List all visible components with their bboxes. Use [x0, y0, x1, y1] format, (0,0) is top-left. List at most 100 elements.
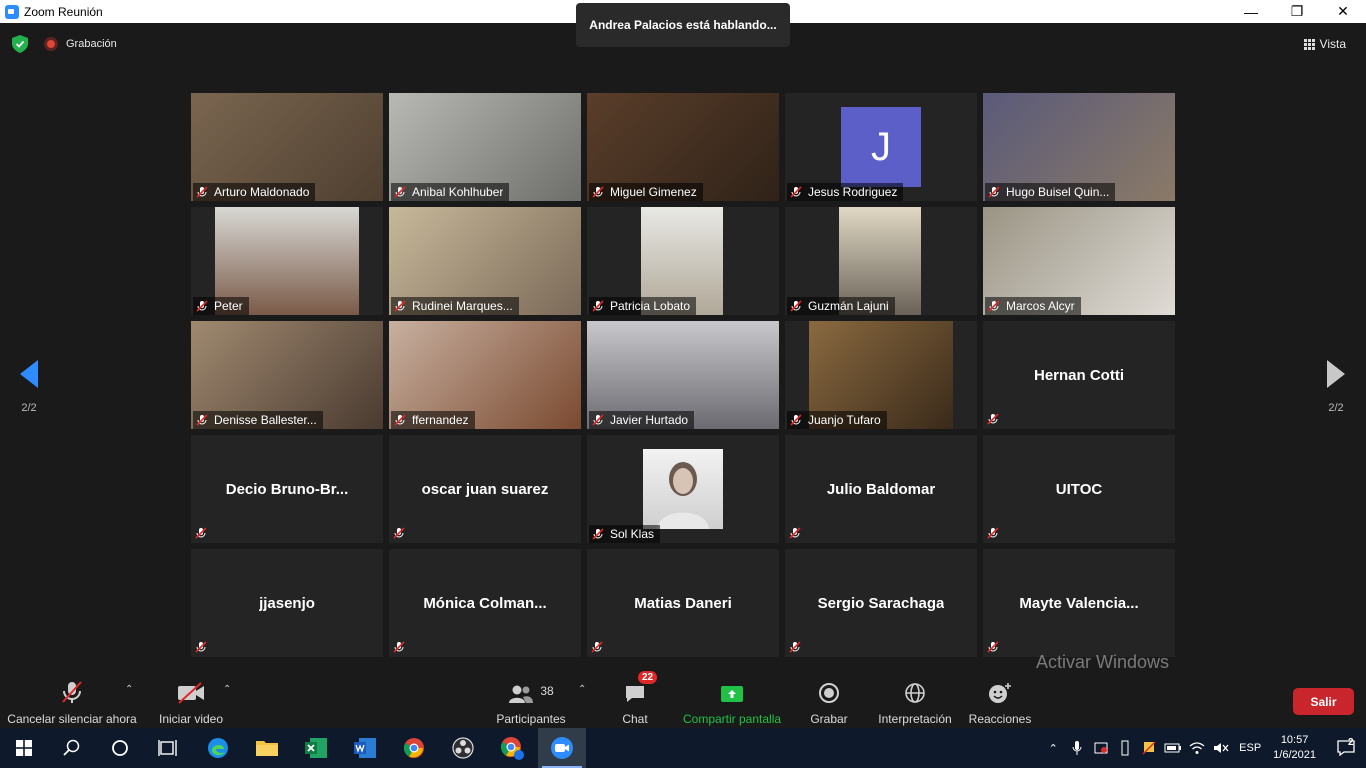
participant-tile[interactable]: Mónica Colman... — [389, 549, 581, 657]
share-screen-icon — [720, 676, 744, 704]
task-view-button[interactable] — [144, 728, 192, 768]
participant-name: Matias Daneri — [634, 594, 732, 612]
participant-tile[interactable]: Guzmán Lajuni — [785, 207, 977, 315]
view-button[interactable]: Vista — [1300, 34, 1350, 54]
participant-tile[interactable]: Julio Baldomar — [785, 435, 977, 543]
network-drive-tray-icon[interactable] — [1137, 728, 1161, 768]
reactions-button[interactable]: Reacciones — [969, 670, 1031, 728]
participants-icon-wrap: 38 — [508, 676, 554, 704]
muted-mic-icon — [987, 641, 999, 653]
chat-unread-badge: 22 — [638, 671, 658, 684]
recording-indicator[interactable]: Grabación — [44, 37, 117, 51]
share-screen-button[interactable]: Compartir pantalla — [683, 670, 781, 728]
taskbar-file-explorer[interactable] — [243, 728, 291, 768]
participant-name: Arturo Maldonado — [214, 185, 310, 199]
taskbar-excel[interactable] — [292, 728, 340, 768]
next-page-nav[interactable]: 2/2 — [1321, 360, 1351, 414]
participant-tile[interactable]: Miguel Gimenez — [587, 93, 779, 201]
security-tray-icon[interactable] — [1089, 728, 1113, 768]
participant-tile[interactable]: jjasenjo — [191, 549, 383, 657]
chat-button[interactable]: 22 Chat — [618, 670, 658, 728]
close-button[interactable]: ✕ — [1320, 0, 1366, 23]
battery-tray-icon[interactable] — [1161, 728, 1185, 768]
input-language[interactable]: ESP — [1233, 728, 1267, 768]
minimize-button[interactable]: — — [1228, 0, 1274, 23]
unmute-button[interactable]: Cancelar silenciar ahora — [7, 670, 137, 728]
participant-name-tag: Javier Hurtado — [589, 411, 695, 429]
participant-tile[interactable]: Sol Klas — [587, 435, 779, 543]
taskbar-clock[interactable]: 10:57 1/6/2021 — [1273, 733, 1316, 763]
participant-display-name: Decio Bruno-Br... — [191, 435, 383, 543]
participant-tile[interactable]: Patricia Lobato — [587, 207, 779, 315]
previous-page-nav[interactable]: 2/2 — [14, 360, 44, 414]
show-hidden-icons-caret-icon[interactable]: ⌃ — [1041, 728, 1065, 768]
security-shield-icon[interactable] — [12, 35, 28, 53]
participant-tile[interactable]: ffernandez — [389, 321, 581, 429]
taskbar-edge[interactable] — [194, 728, 242, 768]
audio-options-caret-icon[interactable]: ⌃ — [125, 684, 133, 695]
participant-name: Mónica Colman... — [423, 594, 547, 612]
window-controls: — ❐ ✕ — [1228, 0, 1366, 23]
participant-tile[interactable]: Javier Hurtado — [587, 321, 779, 429]
start-video-button[interactable]: Iniciar video — [158, 670, 224, 728]
participant-tile[interactable]: Hugo Buisel Quin... — [983, 93, 1175, 201]
participant-tile[interactable]: Decio Bruno-Br... — [191, 435, 383, 543]
maximize-button[interactable]: ❐ — [1274, 0, 1320, 23]
chrome-icon — [403, 738, 424, 758]
participant-tile[interactable]: Mayte Valencia... — [983, 549, 1175, 657]
windows-logo-icon — [16, 740, 32, 756]
taskbar-chrome-profile[interactable] — [488, 728, 536, 768]
participant-tile[interactable]: Anibal Kohlhuber — [389, 93, 581, 201]
participants-button[interactable]: 38 Participantes — [496, 670, 566, 728]
participant-tile[interactable]: Hernan Cotti — [983, 321, 1175, 429]
participant-tile[interactable]: UITOC — [983, 435, 1175, 543]
clock-date: 1/6/2021 — [1273, 749, 1316, 761]
taskbar-zoom[interactable] — [538, 728, 586, 768]
start-button[interactable] — [0, 728, 48, 768]
video-options-caret-icon[interactable]: ⌃ — [223, 684, 231, 695]
wifi-tray-icon[interactable] — [1185, 728, 1209, 768]
participant-display-name: oscar juan suarez — [389, 435, 581, 543]
microphone-tray-icon[interactable] — [1065, 728, 1089, 768]
participant-tile[interactable]: Rudinei Marques... — [389, 207, 581, 315]
participant-tile[interactable]: Arturo Maldonado — [191, 93, 383, 201]
participant-name: Hernan Cotti — [1034, 366, 1124, 384]
participant-tile[interactable]: oscar juan suarez — [389, 435, 581, 543]
participant-name: Jesus Rodriguez — [808, 185, 898, 199]
participant-name-tag: Juanjo Tufaro — [787, 411, 887, 429]
participant-tile[interactable]: Juanjo Tufaro — [785, 321, 977, 429]
taskbar-chrome[interactable] — [390, 728, 438, 768]
muted-mic-icon — [790, 414, 802, 426]
participant-tile[interactable]: J Jesus Rodriguez — [785, 93, 977, 201]
record-label: Grabar — [810, 712, 848, 726]
participant-name: Mayte Valencia... — [1019, 594, 1139, 612]
record-button[interactable]: Grabar — [810, 670, 848, 728]
participant-tile[interactable]: Matias Daneri — [587, 549, 779, 657]
participant-tile[interactable]: Denisse Ballester... — [191, 321, 383, 429]
volume-muted-tray-icon[interactable] — [1209, 728, 1233, 768]
participant-tile[interactable]: Sergio Sarachaga — [785, 549, 977, 657]
participant-name: Denisse Ballester... — [214, 413, 317, 427]
leave-meeting-button[interactable]: Salir — [1293, 688, 1354, 715]
participant-name: Decio Bruno-Br... — [225, 480, 349, 498]
participant-tile[interactable]: Marcos Alcyr — [983, 207, 1175, 315]
taskbar-word[interactable] — [341, 728, 389, 768]
usb-tray-icon[interactable] — [1113, 728, 1137, 768]
participant-name-tag: Guzmán Lajuni — [787, 297, 895, 315]
window-title: Zoom Reunión — [24, 4, 103, 19]
search-button[interactable] — [48, 728, 96, 768]
participant-display-name: Mónica Colman... — [389, 549, 581, 657]
participants-options-caret-icon[interactable]: ⌃ — [578, 684, 586, 695]
muted-mic-icon — [592, 186, 604, 198]
participant-name: jjasenjo — [259, 594, 315, 612]
word-icon — [354, 738, 376, 758]
cortana-button[interactable] — [96, 728, 144, 768]
participant-tile[interactable]: Peter — [191, 207, 383, 315]
taskbar-obs[interactable] — [439, 728, 487, 768]
participants-label: Participantes — [496, 712, 566, 726]
recording-dot-icon — [44, 37, 58, 51]
interpretation-button[interactable]: Interpretación — [877, 670, 953, 728]
participant-name-tag: Sol Klas — [589, 525, 661, 543]
notification-center-button[interactable]: 2 — [1326, 728, 1366, 768]
grid-view-icon — [1303, 38, 1315, 50]
